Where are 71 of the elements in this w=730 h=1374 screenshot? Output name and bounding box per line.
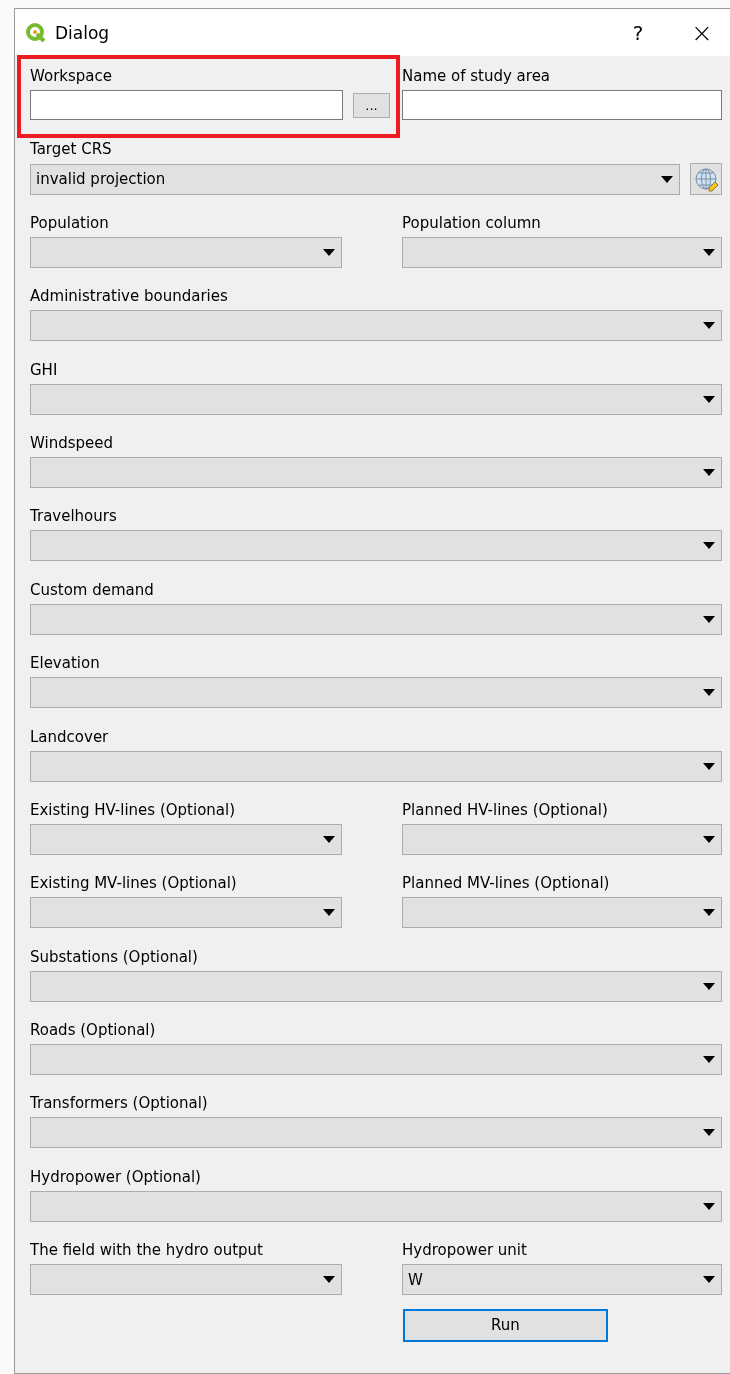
dropdown-caret-icon <box>703 1276 715 1284</box>
field-label: Roads (Optional) <box>30 1020 157 1041</box>
field-label: Administrative boundaries <box>30 286 229 307</box>
dropdown[interactable] <box>30 1044 722 1076</box>
dropdown[interactable] <box>30 603 722 635</box>
field-label: Elevation <box>30 653 101 674</box>
field-label: Travelhours <box>30 506 118 527</box>
dropdown-caret-icon <box>323 1276 335 1284</box>
field-label: Substations (Optional) <box>30 946 199 967</box>
field-label: Name of study area <box>402 66 552 86</box>
dropdown[interactable] <box>30 897 342 929</box>
field-label: Transformers (Optional) <box>30 1093 209 1114</box>
dropdown[interactable] <box>30 383 722 415</box>
dropdown-caret-icon <box>703 982 715 990</box>
field-label: Population <box>30 212 110 233</box>
dropdown-caret-icon <box>703 1056 715 1064</box>
browse-button[interactable]: ... <box>353 92 390 118</box>
field-label: Target CRS <box>30 139 113 160</box>
dropdown[interactable] <box>30 750 722 782</box>
dropdown[interactable] <box>402 897 722 929</box>
dropdown[interactable] <box>30 456 722 488</box>
dropdown[interactable]: W <box>402 1264 722 1296</box>
field-label: Existing HV-lines (Optional) <box>30 799 237 820</box>
dropdown-caret-icon <box>703 1129 715 1137</box>
dropdown[interactable] <box>30 970 722 1002</box>
dropdown[interactable] <box>402 823 722 855</box>
field-label: The field with the hydro output <box>30 1240 264 1261</box>
dropdown-caret-icon <box>323 909 335 917</box>
field-label: Population column <box>402 212 542 233</box>
dropdown-caret-icon <box>323 835 335 843</box>
dropdown-caret-icon <box>703 909 715 917</box>
workspace-input[interactable] <box>30 90 343 120</box>
dropdown-caret-icon <box>703 468 715 476</box>
globe-icon[interactable] <box>690 163 722 196</box>
field-label: GHI <box>30 359 59 380</box>
help-button[interactable]: ? <box>610 12 666 53</box>
text-input[interactable] <box>402 90 722 120</box>
dropdown-caret-icon <box>703 322 715 330</box>
dropdown[interactable] <box>30 1190 722 1222</box>
dropdown[interactable] <box>30 236 342 268</box>
field-label: Hydropower (Optional) <box>30 1166 202 1187</box>
dropdown-caret-icon <box>703 542 715 550</box>
field-label: Hydropower unit <box>402 1240 528 1261</box>
field-label: Windspeed <box>30 432 114 453</box>
dropdown[interactable]: invalid projection <box>30 163 680 195</box>
dropdown[interactable] <box>30 677 722 709</box>
dropdown-caret-icon <box>703 1202 715 1210</box>
dropdown-caret-icon <box>703 689 715 697</box>
dropdown-caret-icon <box>703 248 715 256</box>
dropdown[interactable] <box>30 1117 722 1149</box>
field-label: Planned HV-lines (Optional) <box>402 799 609 820</box>
dropdown-caret-icon <box>703 835 715 843</box>
dropdown-caret-icon <box>703 762 715 770</box>
close-button[interactable]: × <box>674 12 730 53</box>
dropdown-caret-icon <box>703 615 715 623</box>
dropdown-caret-icon <box>703 395 715 403</box>
field-label: Planned MV-lines (Optional) <box>402 873 611 894</box>
dropdown-caret-icon <box>323 248 335 256</box>
dropdown[interactable] <box>402 236 722 268</box>
field-label: Custom demand <box>30 579 155 600</box>
app-logo-icon <box>25 21 47 44</box>
field-label: Existing MV-lines (Optional) <box>30 873 238 894</box>
dropdown[interactable] <box>30 310 722 342</box>
dropdown[interactable] <box>30 1264 342 1296</box>
field-label: Landcover <box>30 726 110 747</box>
dropdown-caret-icon <box>661 175 673 183</box>
run-button[interactable]: Run <box>403 1308 608 1342</box>
window-title: Dialog <box>55 22 111 43</box>
dropdown[interactable] <box>30 823 342 855</box>
field-label: Workspace <box>30 66 113 86</box>
dropdown[interactable] <box>30 530 722 562</box>
